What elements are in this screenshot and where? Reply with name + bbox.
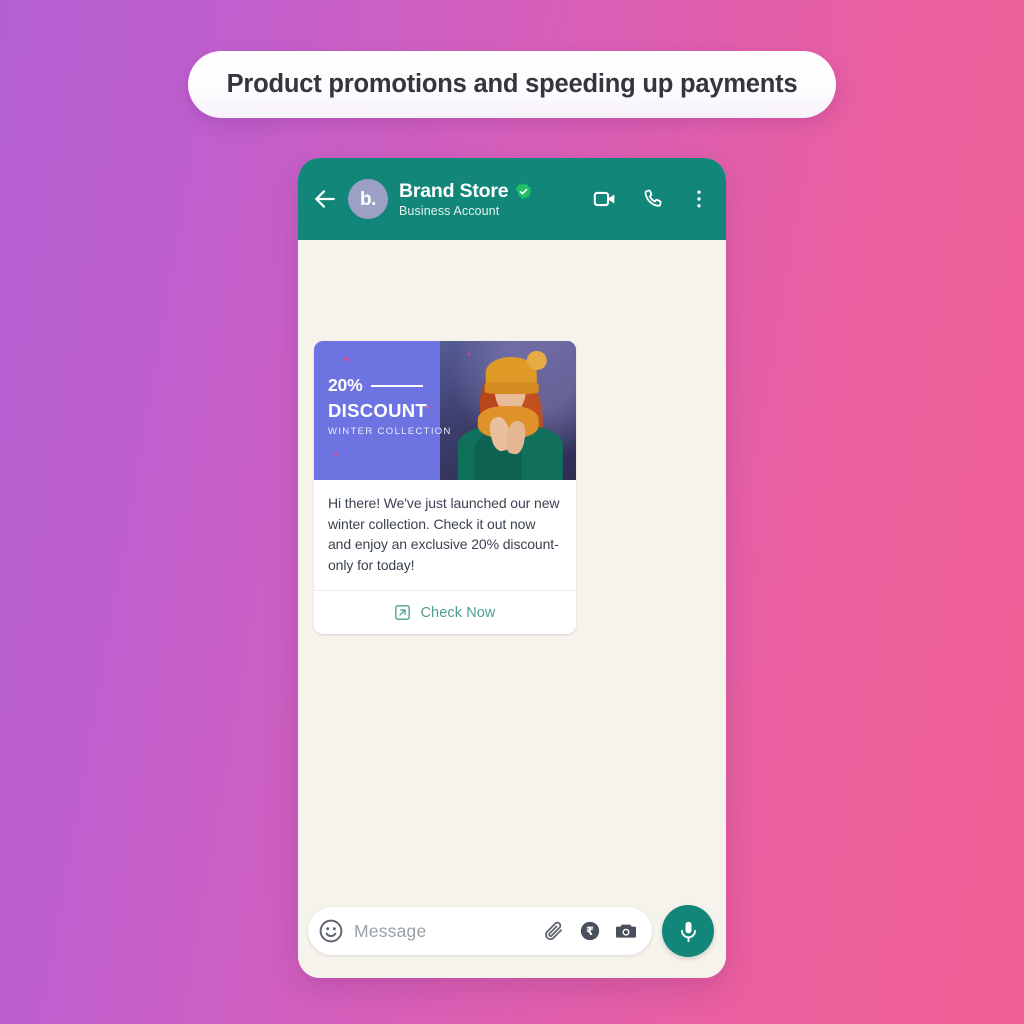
avatar[interactable]: b. bbox=[348, 179, 388, 219]
chat-area: ✦ ✦ ✦ ✦ 20% DISCOUNT WINTER COLLECTION H… bbox=[298, 240, 726, 978]
back-arrow-icon[interactable] bbox=[312, 186, 338, 212]
voice-record-button[interactable] bbox=[662, 905, 714, 957]
promo-text-block: 20% DISCOUNT WINTER COLLECTION bbox=[328, 375, 452, 437]
promo-headline: DISCOUNT bbox=[328, 400, 428, 421]
promo-percent: 20% bbox=[328, 375, 363, 395]
message-input-pill[interactable]: Message ₹ bbox=[308, 907, 652, 955]
external-link-icon bbox=[395, 605, 411, 620]
contact-info[interactable]: Brand Store Business Account bbox=[399, 180, 584, 218]
page-title: Product promotions and speeding up payme… bbox=[226, 70, 798, 98]
input-action-icons: ₹ bbox=[543, 919, 638, 943]
avatar-initials: b. bbox=[360, 188, 376, 210]
header-actions bbox=[584, 186, 710, 212]
promo-rule bbox=[371, 384, 424, 387]
star-decoration-icon: ✦ bbox=[466, 352, 472, 359]
svg-text:₹: ₹ bbox=[586, 924, 594, 938]
message-text: Hi there! We've just launched our new wi… bbox=[328, 495, 560, 573]
check-now-label: Check Now bbox=[420, 604, 496, 621]
camera-icon[interactable] bbox=[614, 919, 638, 943]
phone-mockup: b. Brand Store Business Account ✦ ✦ ✦ ✦ … bbox=[298, 158, 726, 978]
contact-subtitle: Business Account bbox=[399, 204, 500, 218]
message-input-bar: Message ₹ bbox=[298, 900, 726, 978]
message-body: Hi there! We've just launched our new wi… bbox=[314, 480, 576, 588]
contact-name: Brand Store bbox=[399, 180, 509, 202]
voice-call-icon[interactable] bbox=[641, 187, 665, 211]
promo-photo bbox=[439, 341, 576, 480]
attachment-paperclip-icon[interactable] bbox=[543, 920, 566, 943]
star-decoration-icon: ✦ bbox=[332, 449, 340, 459]
star-decoration-icon: ✦ bbox=[342, 355, 351, 366]
promo-subhead: WINTER COLLECTION bbox=[328, 426, 452, 437]
video-call-icon[interactable] bbox=[592, 186, 618, 212]
rupee-payment-icon[interactable]: ₹ bbox=[579, 920, 601, 942]
model-figure bbox=[452, 349, 569, 480]
promo-image[interactable]: ✦ ✦ ✦ ✦ 20% DISCOUNT WINTER COLLECTION bbox=[314, 341, 576, 480]
verified-badge-icon bbox=[516, 183, 532, 199]
chat-header: b. Brand Store Business Account bbox=[298, 158, 726, 240]
microphone-icon bbox=[680, 921, 696, 942]
message-card[interactable]: ✦ ✦ ✦ ✦ 20% DISCOUNT WINTER COLLECTION H… bbox=[314, 341, 576, 634]
emoji-smiley-icon[interactable] bbox=[318, 918, 344, 944]
check-now-button[interactable]: Check Now bbox=[314, 591, 576, 634]
more-options-icon[interactable] bbox=[688, 188, 710, 210]
page-title-pill: Product promotions and speeding up payme… bbox=[188, 51, 836, 118]
message-input-placeholder[interactable]: Message bbox=[354, 921, 543, 942]
